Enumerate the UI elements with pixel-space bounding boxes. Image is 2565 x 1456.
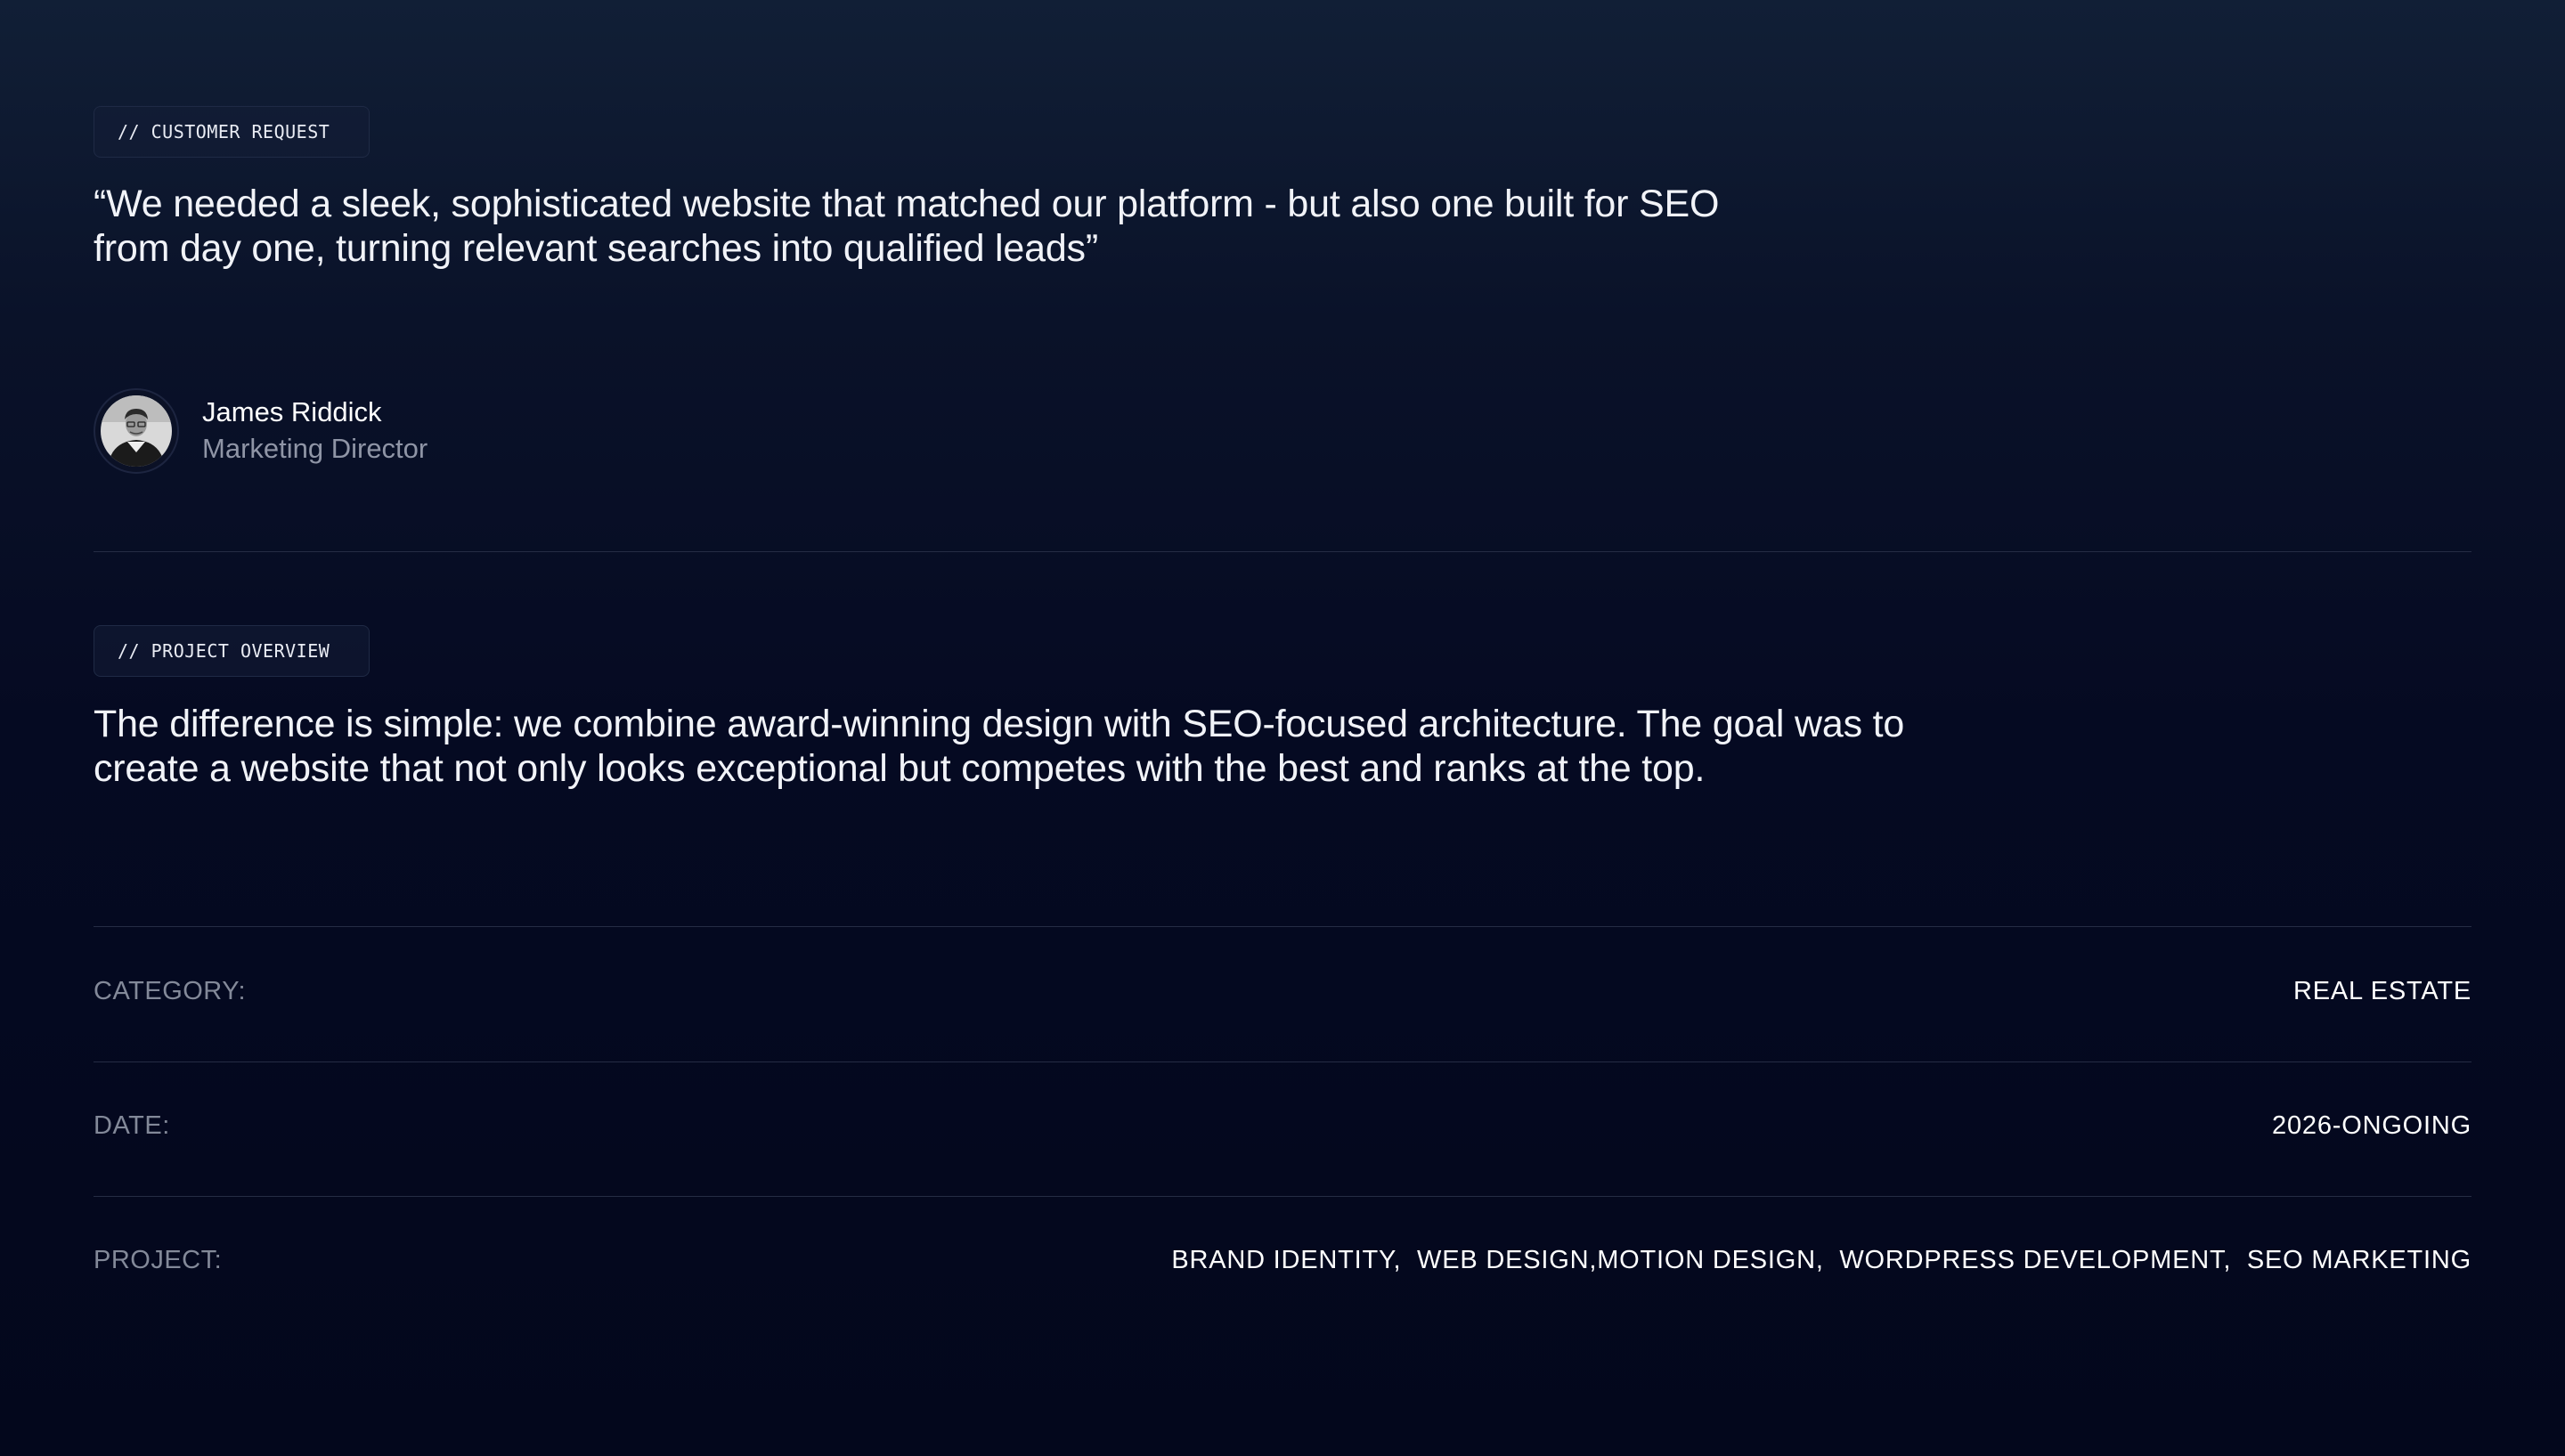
project-label: PROJECT:: [94, 1245, 223, 1274]
category-label: CATEGORY:: [94, 976, 247, 1005]
detail-row-category: CATEGORY: REAL ESTATE: [94, 964, 2471, 1018]
project-overview-tag-label: // PROJECT OVERVIEW: [118, 640, 330, 662]
details-top-divider: [94, 926, 2471, 927]
author-role: Marketing Director: [202, 433, 428, 464]
category-value: REAL ESTATE: [2292, 976, 2471, 1005]
details-divider: [94, 1061, 2471, 1062]
detail-row-date: DATE: 2026-ONGOING: [94, 1099, 2471, 1152]
customer-quote: “We needed a sleek, sophisticated websit…: [94, 183, 1720, 270]
quote-author: James Riddick Marketing Director: [94, 388, 428, 474]
project-value: BRAND IDENTITY, WEB DESIGN,MOTION DESIGN…: [1171, 1245, 2471, 1274]
author-name: James Riddick: [202, 396, 382, 427]
author-details: James Riddick Marketing Director: [202, 395, 428, 468]
date-label: DATE:: [94, 1110, 170, 1140]
customer-request-tag: // CUSTOMER REQUEST: [94, 106, 370, 158]
details-divider: [94, 1196, 2471, 1197]
date-value: 2026-ONGOING: [2272, 1110, 2471, 1140]
case-study-page: // CUSTOMER REQUEST “We needed a sleek, …: [94, 0, 2471, 1456]
avatar: [94, 388, 179, 474]
customer-request-tag-label: // CUSTOMER REQUEST: [118, 121, 330, 142]
detail-row-project: PROJECT: BRAND IDENTITY, WEB DESIGN,MOTI…: [94, 1233, 2471, 1287]
project-overview-tag: // PROJECT OVERVIEW: [94, 625, 370, 677]
section-divider: [94, 551, 2471, 552]
project-overview-text: The difference is simple: we combine awa…: [94, 703, 1905, 790]
